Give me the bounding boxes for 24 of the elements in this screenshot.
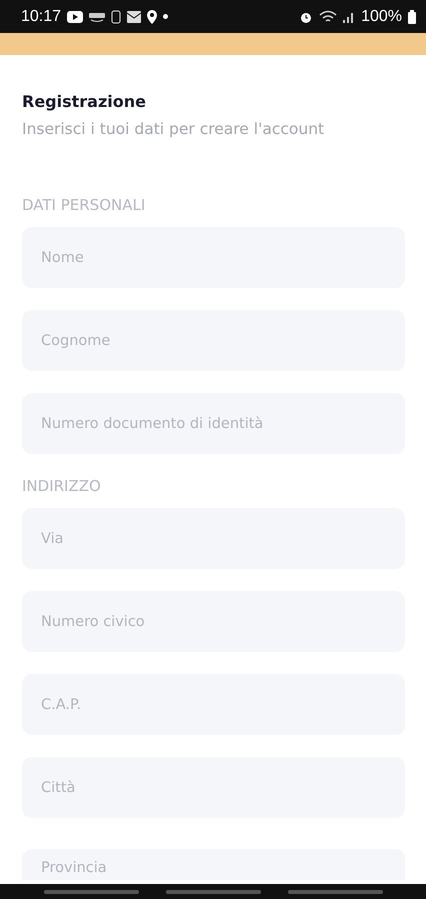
input-field[interactable]: Cognome [22, 310, 405, 371]
signal-icon [343, 10, 356, 22]
input-field[interactable]: Provincia [22, 849, 405, 880]
input-field[interactable]: Via [22, 508, 405, 569]
nav-handle[interactable] [166, 890, 260, 894]
mail-icon [127, 10, 142, 22]
wifi-icon [319, 10, 338, 24]
nav-handle[interactable] [288, 890, 382, 894]
input-field[interactable]: Città [22, 757, 405, 818]
section-heading: DATI PERSONALI [22, 196, 146, 214]
input-field[interactable]: Numero civico [22, 591, 405, 652]
location-pin-icon [147, 10, 158, 24]
input-field[interactable]: Numero documento di identità [22, 393, 405, 454]
video-play-icon [67, 10, 84, 22]
section-heading: INDIRIZZO [22, 477, 102, 495]
page-title: Registrazione [22, 92, 147, 111]
battery-icon [408, 10, 416, 24]
clock: 10:17 [21, 8, 62, 26]
dot-icon [163, 14, 168, 19]
input-field[interactable]: Nome [22, 227, 405, 288]
battery-percentage: 100% [361, 8, 402, 26]
page-subtitle: Inserisci i tuoi dati per creare l'account [22, 120, 326, 138]
input-field[interactable]: C.A.P. [22, 674, 405, 735]
nav-handle[interactable] [44, 890, 138, 894]
